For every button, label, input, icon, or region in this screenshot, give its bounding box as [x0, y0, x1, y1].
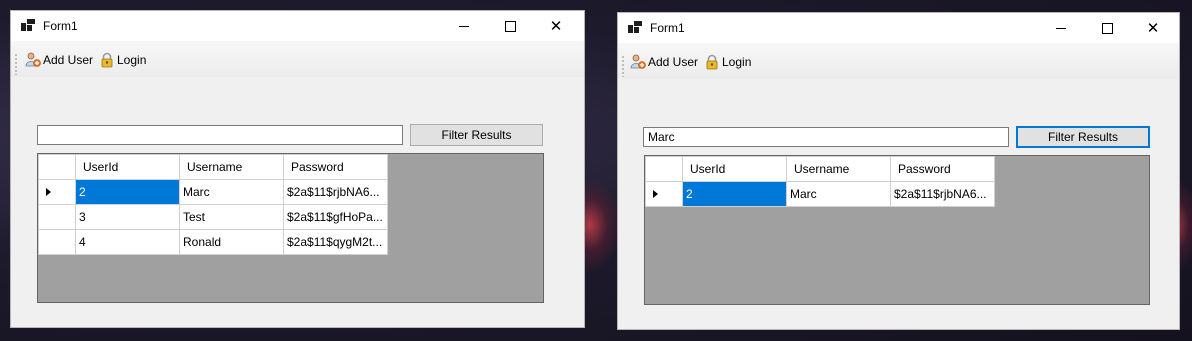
column-header-password[interactable]: Password — [890, 156, 995, 182]
app-icon — [21, 19, 35, 31]
users-datagrid[interactable]: UserId Username Password 2 Marc $2a$11$r… — [37, 153, 544, 303]
table-cell[interactable]: $2a$11$rjbNA6... — [890, 181, 995, 207]
close-icon: ✕ — [549, 17, 563, 35]
minimize-button[interactable] — [1038, 13, 1084, 43]
padlock-icon — [704, 54, 720, 70]
maximize-button[interactable] — [1084, 13, 1130, 43]
toolstrip: Add User Login — [11, 41, 584, 77]
toolstrip: Add User Login — [618, 43, 1179, 79]
column-header-username[interactable]: Username — [786, 156, 891, 182]
table-header-row: UserId Username Password — [645, 156, 995, 182]
add-user-label: Add User — [43, 53, 94, 67]
users-table: UserId Username Password 2 Marc $2a$11$r… — [645, 156, 995, 207]
column-header-userid[interactable]: UserId — [75, 154, 180, 180]
table-row[interactable]: 4 Ronald $2a$11$qygM2t... — [38, 229, 388, 255]
column-header-username[interactable]: Username — [179, 154, 284, 180]
add-user-icon — [25, 52, 41, 68]
row-header-corner[interactable] — [38, 154, 76, 180]
users-datagrid[interactable]: UserId Username Password 2 Marc $2a$11$r… — [644, 155, 1150, 305]
table-cell[interactable]: $2a$11$gfHoPa... — [283, 204, 388, 230]
current-row-arrow-icon — [653, 190, 658, 198]
row-header[interactable] — [38, 229, 76, 255]
row-header[interactable] — [38, 204, 76, 230]
filter-results-button[interactable]: Filter Results — [410, 124, 543, 146]
filter-input[interactable] — [37, 125, 403, 145]
login-button[interactable]: Login — [704, 53, 751, 71]
toolstrip-grip-icon[interactable] — [622, 55, 624, 77]
padlock-icon — [99, 52, 115, 68]
login-label: Login — [722, 55, 752, 69]
close-button[interactable]: ✕ — [1130, 13, 1176, 43]
window-title: Form1 — [43, 19, 78, 33]
table-cell[interactable]: Ronald — [179, 229, 284, 255]
current-row-arrow-icon — [46, 188, 51, 196]
login-button[interactable]: Login — [99, 51, 146, 69]
table-row[interactable]: 2 Marc $2a$11$rjbNA6... — [38, 179, 388, 205]
table-cell[interactable]: $2a$11$qygM2t... — [283, 229, 388, 255]
app-icon — [628, 21, 642, 33]
title-bar[interactable]: Form1 ✕ — [11, 11, 584, 41]
users-table: UserId Username Password 2 Marc $2a$11$r… — [38, 154, 388, 255]
close-icon: ✕ — [1146, 19, 1160, 37]
table-cell[interactable]: Test — [179, 204, 284, 230]
table-row[interactable]: 3 Test $2a$11$gfHoPa... — [38, 204, 388, 230]
table-cell[interactable]: Marc — [786, 181, 891, 207]
toolstrip-grip-icon[interactable] — [15, 53, 17, 75]
row-header[interactable] — [38, 179, 76, 205]
row-header-corner[interactable] — [645, 156, 683, 182]
filter-input[interactable] — [643, 127, 1009, 147]
form-window: Form1 ✕ Add User — [617, 12, 1180, 330]
add-user-button[interactable]: Add User — [25, 51, 93, 69]
table-header-row: UserId Username Password — [38, 154, 388, 180]
table-cell[interactable]: $2a$11$rjbNA6... — [283, 179, 388, 205]
minimize-button[interactable] — [441, 11, 487, 41]
minimize-icon — [1056, 27, 1066, 29]
close-button[interactable]: ✕ — [533, 11, 579, 41]
table-cell[interactable]: 2 — [75, 179, 180, 205]
form-window: Form1 ✕ Add User — [10, 10, 585, 328]
maximize-icon — [504, 20, 516, 32]
column-header-userid[interactable]: UserId — [682, 156, 787, 182]
table-cell[interactable]: Marc — [179, 179, 284, 205]
add-user-icon — [630, 54, 646, 70]
table-cell[interactable]: 3 — [75, 204, 180, 230]
maximize-icon — [1101, 22, 1113, 34]
login-label: Login — [117, 53, 147, 67]
row-header[interactable] — [645, 181, 683, 207]
column-header-password[interactable]: Password — [283, 154, 388, 180]
table-cell[interactable]: 2 — [682, 181, 787, 207]
add-user-button[interactable]: Add User — [630, 53, 698, 71]
table-row[interactable]: 2 Marc $2a$11$rjbNA6... — [645, 181, 995, 207]
minimize-icon — [459, 25, 469, 27]
maximize-button[interactable] — [487, 11, 533, 41]
filter-results-button[interactable]: Filter Results — [1016, 126, 1150, 148]
table-cell[interactable]: 4 — [75, 229, 180, 255]
add-user-label: Add User — [648, 55, 699, 69]
title-bar[interactable]: Form1 ✕ — [618, 13, 1179, 43]
window-title: Form1 — [650, 21, 685, 35]
